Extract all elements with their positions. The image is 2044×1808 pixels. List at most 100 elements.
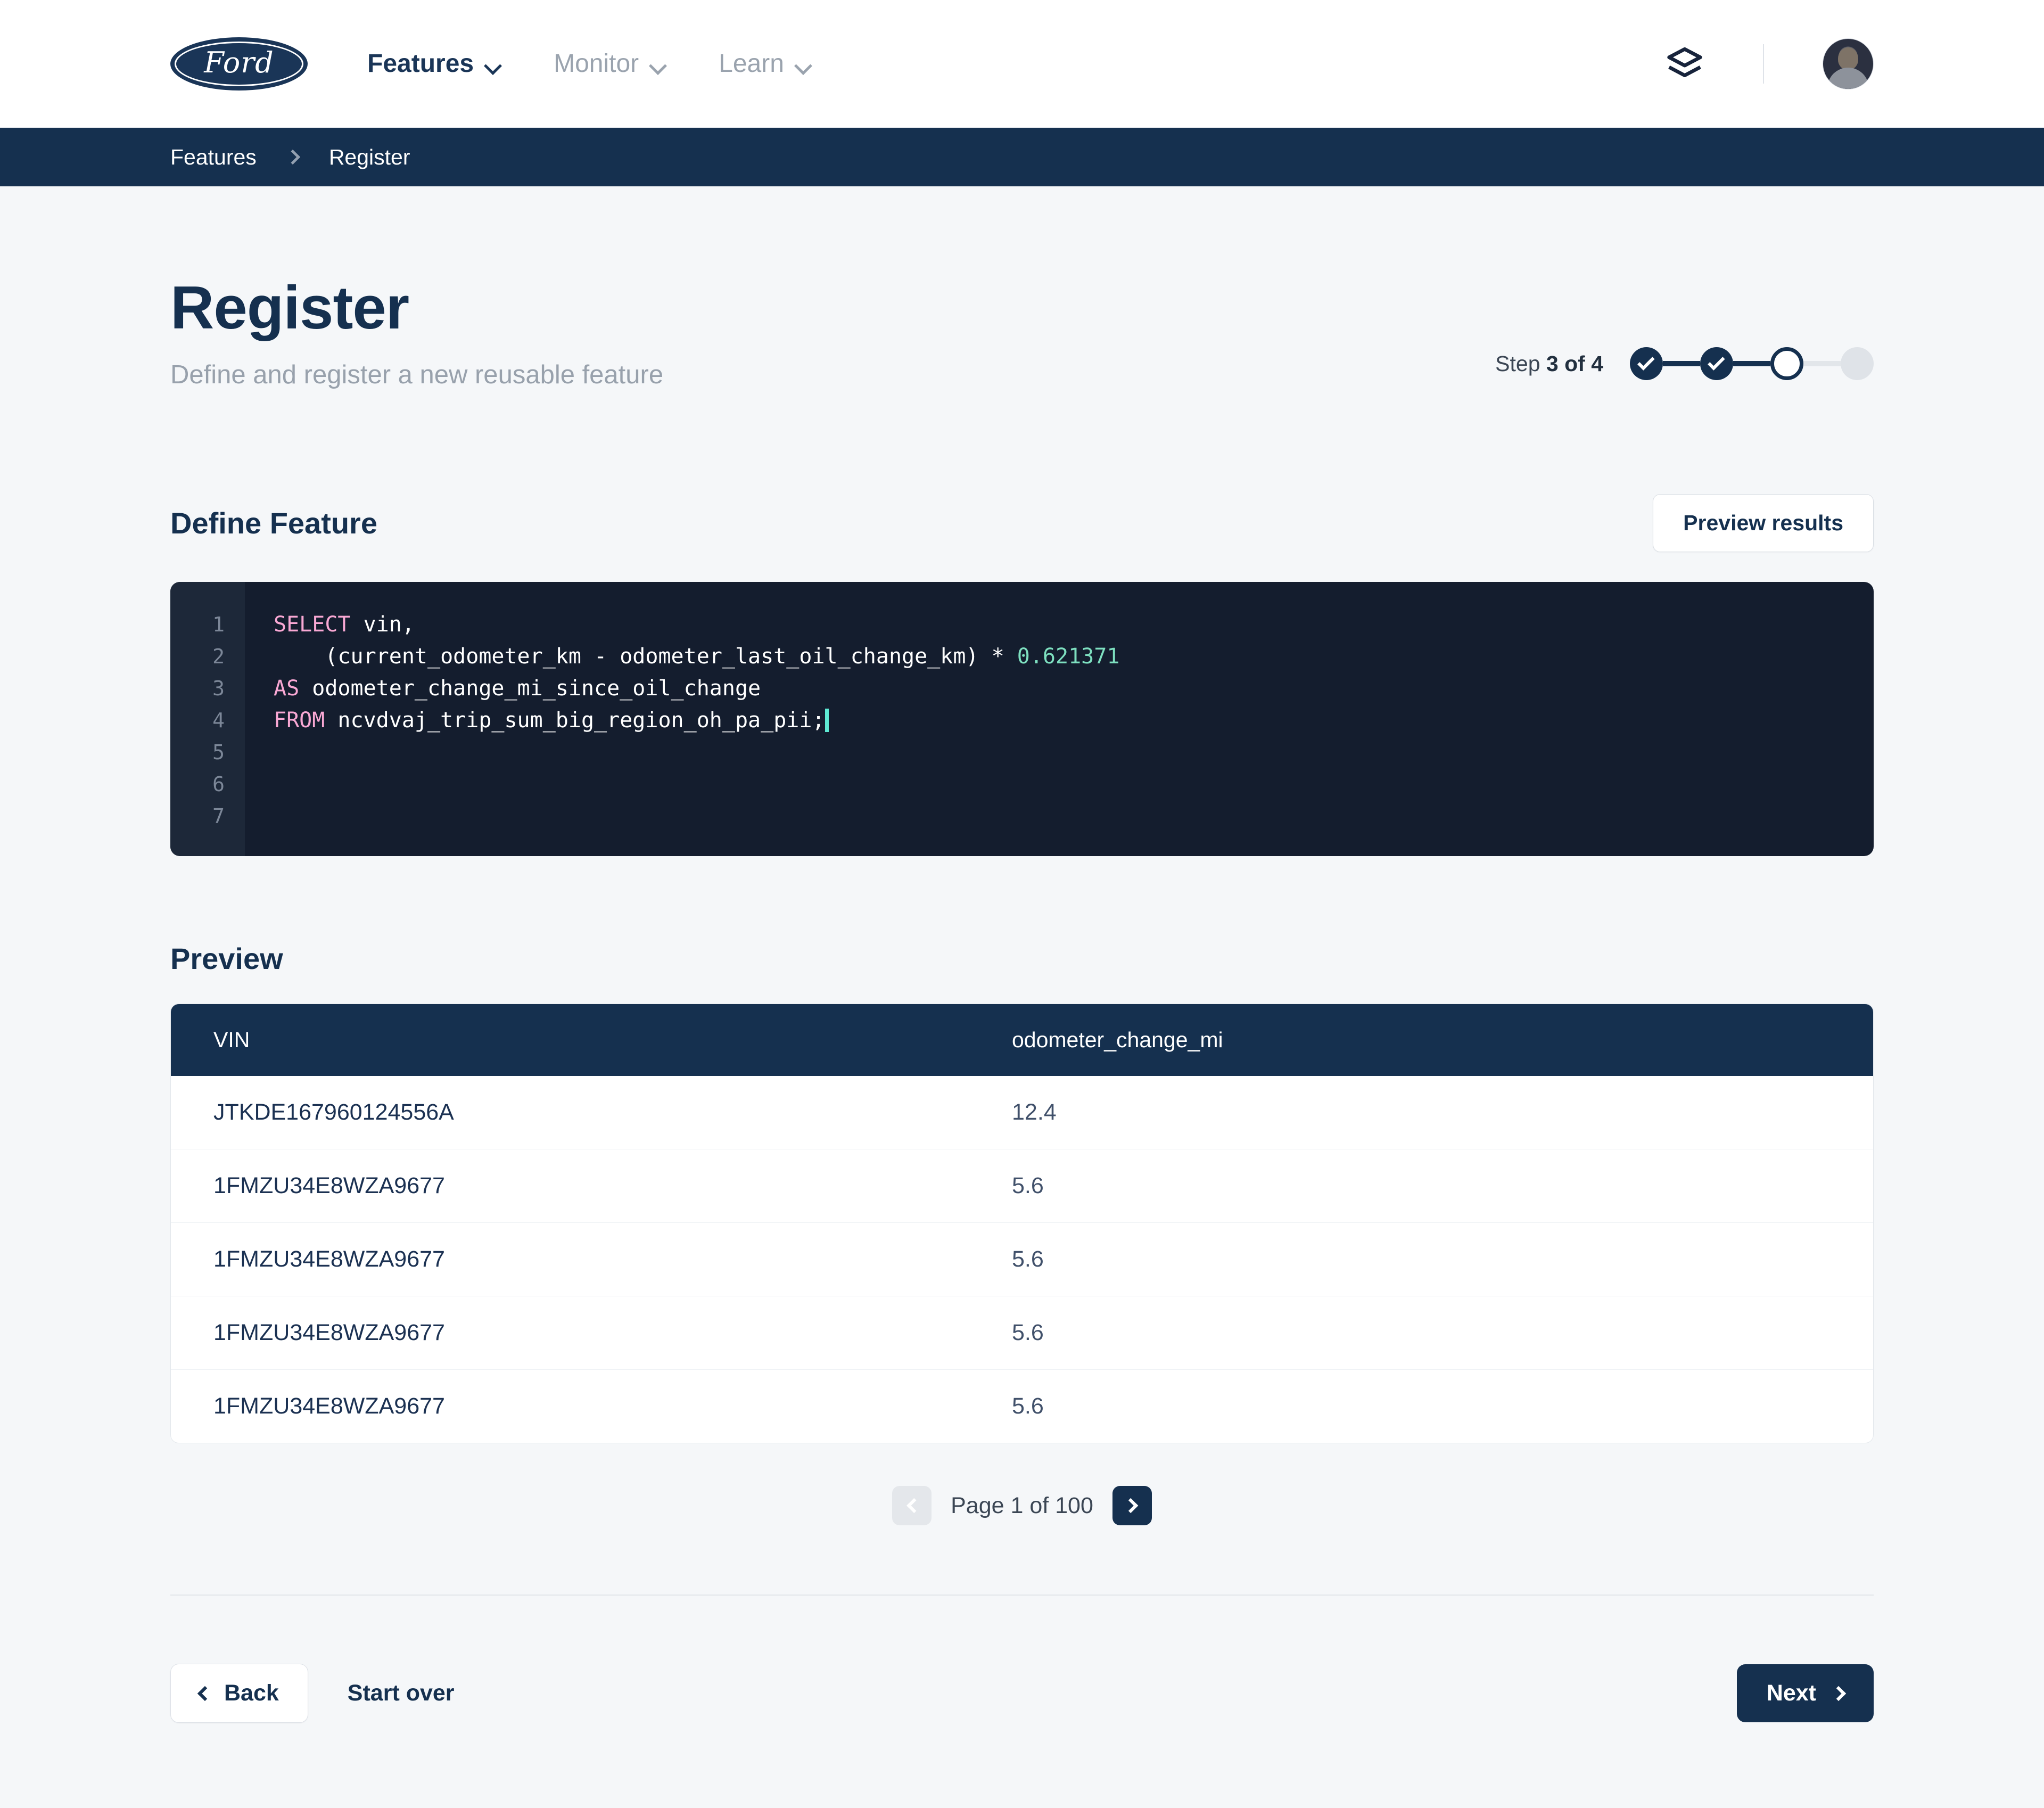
breadcrumb-item-register[interactable]: Register [329,145,410,170]
code-token: SELECT [274,612,351,637]
cell-vin: 1FMZU34E8WZA9677 [171,1223,1012,1296]
chevron-down-icon [796,60,811,68]
code-token: ncvdvaj_trip_sum_big_region_oh_pa_pii; [325,708,825,733]
code-token: vin, [351,612,415,637]
title-block: Register Define and register a new reusa… [170,278,1495,390]
code-token: (current_odometer_km - odometer_last_oil… [274,644,1017,669]
cell-odometer-change-mi: 12.4 [1012,1076,1873,1149]
chevron-right-icon [1831,1686,1846,1700]
cell-odometer-change-mi: 5.6 [1012,1370,1873,1443]
pagination: Page 1 of 100 [170,1486,1874,1525]
code-line: AS odometer_change_mi_since_oil_change [274,672,1874,704]
cell-vin: 1FMZU34E8WZA9677 [171,1370,1012,1443]
table-row[interactable]: JTKDE167960124556A12.4 [171,1076,1873,1149]
line-number: 6 [170,768,245,800]
page-indicator: Page 1 of 100 [951,1493,1093,1519]
next-button[interactable]: Next [1737,1664,1874,1722]
code-token: FROM [274,708,325,733]
column-header-odometer-change-mi[interactable]: odometer_change_mi [1012,1004,1873,1076]
line-number: 3 [170,672,245,704]
wizard-footer: Back Start over Next [170,1664,1874,1808]
step-current: 3 of 4 [1546,351,1603,376]
breadcrumb-item-features[interactable]: Features [170,145,257,170]
top-navigation-bar: Ford Features Monitor Learn [0,0,2044,128]
previous-page-button[interactable] [892,1486,932,1525]
table-body: JTKDE167960124556A12.41FMZU34E8WZA96775.… [171,1076,1873,1443]
code-line: (current_odometer_km - odometer_last_oil… [274,640,1874,672]
line-number: 5 [170,736,245,768]
page-subtitle: Define and register a new reusable featu… [170,360,1495,390]
chevron-right-icon [1123,1498,1138,1513]
page-header: Register Define and register a new reusa… [170,186,1874,390]
nav-item-learn-label: Learn [719,49,784,78]
step-dot-4[interactable] [1841,347,1874,380]
line-number: 7 [170,800,245,832]
cell-vin: 1FMZU34E8WZA9677 [171,1149,1012,1223]
footer-divider [170,1595,1874,1596]
chevron-right-icon [285,150,300,165]
step-dot-1[interactable] [1630,347,1663,380]
page-content: Register Define and register a new reusa… [0,186,2044,1808]
cell-odometer-change-mi: 5.6 [1012,1149,1873,1223]
ford-logo-text: Ford [204,46,274,79]
code-line [274,800,1874,832]
code-line [274,736,1874,768]
define-feature-title: Define Feature [170,506,377,540]
ford-logo[interactable]: Ford [170,37,308,91]
next-button-label: Next [1767,1680,1816,1706]
page-title: Register [170,278,1495,339]
cell-vin: 1FMZU34E8WZA9677 [171,1296,1012,1370]
chevron-down-icon [485,60,500,68]
step-dot-3[interactable] [1770,347,1803,380]
table-row[interactable]: 1FMZU34E8WZA96775.6 [171,1223,1873,1296]
nav-item-learn[interactable]: Learn [719,49,811,78]
code-line: FROM ncvdvaj_trip_sum_big_region_oh_pa_p… [274,704,1874,736]
avatar[interactable] [1823,38,1874,89]
line-number: 1 [170,609,245,640]
code-token: AS [274,676,299,701]
table-row[interactable]: 1FMZU34E8WZA96775.6 [171,1370,1873,1443]
table-row[interactable]: 1FMZU34E8WZA96775.6 [171,1296,1873,1370]
editor-code-area[interactable]: SELECT vin, (current_odometer_km - odome… [245,582,1874,856]
back-button-label: Back [224,1680,279,1706]
preview-title: Preview [170,941,1874,976]
code-line: SELECT vin, [274,609,1874,640]
nav-item-features-label: Features [367,49,474,78]
next-page-button[interactable] [1112,1486,1152,1525]
step-bar-3 [1803,361,1841,366]
chevron-left-icon [906,1498,921,1513]
layers-icon[interactable] [1665,44,1704,84]
code-line [274,768,1874,800]
nav-right-actions [1665,38,1874,89]
preview-table: VIN odometer_change_mi JTKDE167960124556… [171,1004,1873,1443]
sql-editor[interactable]: 1 2 3 4 5 6 7 SELECT vin, (current_odome… [170,582,1874,856]
step-label: Step 3 of 4 [1495,351,1603,376]
breadcrumb: Features Register [0,128,2044,186]
check-icon [1708,353,1725,371]
text-cursor [825,709,829,732]
table-header-row: VIN odometer_change_mi [171,1004,1873,1076]
start-over-link[interactable]: Start over [348,1680,455,1706]
nav-divider [1763,44,1764,84]
chevron-down-icon [650,60,665,68]
preview-table-card: VIN odometer_change_mi JTKDE167960124556… [170,1004,1874,1443]
table-row[interactable]: 1FMZU34E8WZA96775.6 [171,1149,1873,1223]
line-number: 4 [170,704,245,736]
cell-odometer-change-mi: 5.6 [1012,1223,1873,1296]
primary-nav: Features Monitor Learn [367,49,811,78]
preview-results-button[interactable]: Preview results [1653,494,1874,552]
nav-item-monitor-label: Monitor [554,49,639,78]
chevron-left-icon [197,1686,212,1700]
code-token: 0.621371 [1017,644,1120,669]
cell-odometer-change-mi: 5.6 [1012,1296,1873,1370]
check-icon [1637,353,1655,371]
step-prefix: Step [1495,351,1540,376]
nav-item-monitor[interactable]: Monitor [554,49,665,78]
column-header-vin[interactable]: VIN [171,1004,1012,1076]
step-bar-1 [1663,361,1700,366]
table-head: VIN odometer_change_mi [171,1004,1873,1076]
step-dot-2[interactable] [1700,347,1733,380]
back-button[interactable]: Back [170,1664,308,1723]
nav-item-features[interactable]: Features [367,49,500,78]
cell-vin: JTKDE167960124556A [171,1076,1012,1149]
